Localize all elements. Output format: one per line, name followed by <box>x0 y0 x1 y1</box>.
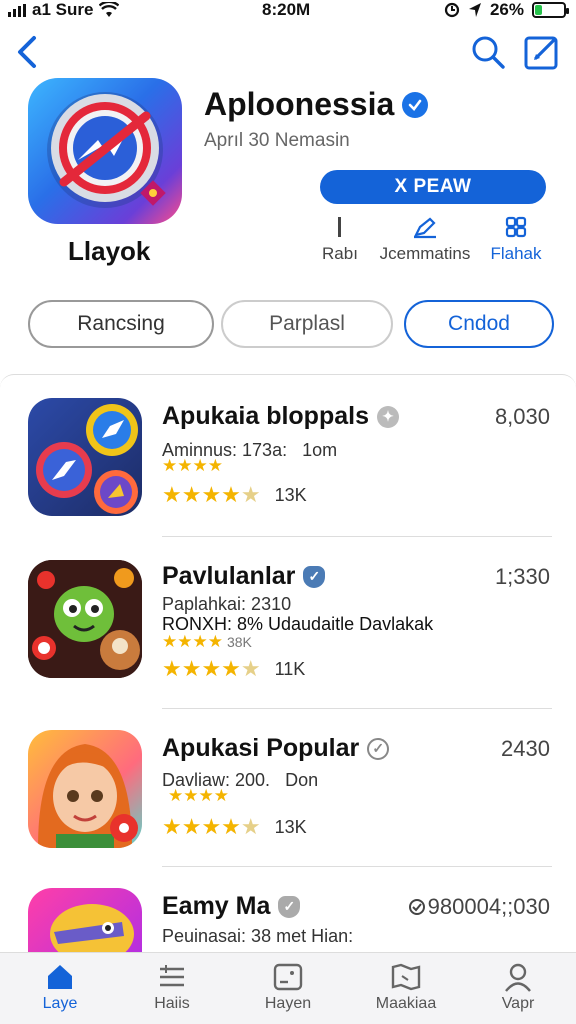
list-item-meta-extra: Don <box>285 770 319 790</box>
list-item-rating: ★★★★★ 13K <box>162 814 307 840</box>
info-icon: ✦ <box>376 405 399 428</box>
list-item-price: 2430 <box>501 736 550 761</box>
list-item-title[interactable]: Pavlulanlar ✓ <box>162 562 326 591</box>
location-icon <box>468 3 481 17</box>
star-rating-icon: ★★★★★ <box>162 656 261 681</box>
app-icon-caption: Llayok <box>68 236 151 266</box>
games-icon <box>238 959 338 995</box>
bird-game-icon <box>50 904 134 952</box>
character-avatar-icon <box>38 744 138 848</box>
status-right: 26% <box>444 0 569 20</box>
tab-label: Laye <box>42 995 78 1012</box>
battery-percent: 26% <box>489 0 524 19</box>
battery-fill <box>535 5 543 15</box>
tab-label: Haiis <box>154 995 190 1012</box>
status-bar: a1 Sure 8:20M 26% <box>0 0 576 22</box>
pencil-icon <box>370 214 480 240</box>
back-chevron-icon[interactable] <box>10 30 46 74</box>
list-item-meta-extra: 1om <box>302 440 338 460</box>
action-share-label: Flahak <box>490 244 542 263</box>
tab-label: Vapr <box>501 995 535 1012</box>
action-comments-label: Jcemmatins <box>379 244 471 263</box>
home-icon <box>10 959 110 995</box>
list-item-price: 8,030 <box>494 404 550 429</box>
signal-icon <box>8 3 26 17</box>
person-icon <box>468 959 568 995</box>
list-item-price: 1;330 <box>494 564 550 589</box>
list-item-price: 980004;;030 <box>427 894 550 919</box>
action-share[interactable]: Flahak <box>466 214 566 264</box>
wifi-icon <box>99 2 120 17</box>
alarm-icon <box>444 2 460 18</box>
get-button[interactable]: X PEAW <box>320 170 546 204</box>
list-item-title[interactable]: Apukasi Popular ✓ <box>162 734 390 763</box>
rating-count: 11K <box>274 658 306 679</box>
divider <box>162 708 552 709</box>
check-circle-icon <box>408 899 425 915</box>
app-subtitle: Aprıl 30 Nemasin <box>204 130 350 151</box>
search-icon[interactable] <box>468 32 508 72</box>
star-rating-icon: ★★★★★ <box>162 814 261 839</box>
list-item-icon[interactable] <box>28 398 142 516</box>
divider <box>162 866 552 867</box>
carrier-label: a1 Sure <box>32 0 94 19</box>
app-icon <box>28 78 182 224</box>
small-stars-icon: ★★★★ <box>168 786 229 805</box>
list-item-price-row: 980004;;030 <box>408 894 550 920</box>
list-item-icon[interactable] <box>28 730 142 848</box>
small-stars-row: ★★★★ 38K <box>162 632 252 652</box>
list-item-title-text: Apukaia bloppals <box>162 402 369 430</box>
tab-arcade[interactable]: Maakiaa <box>356 959 456 1013</box>
compose-icon[interactable] <box>522 32 562 72</box>
small-stars-icon: ★★★★ <box>162 456 223 475</box>
app-title-text: Aploonessia <box>204 86 395 122</box>
clock: 8:20M <box>262 0 311 19</box>
list-item-meta: Peuinasai: 38 met Hian: <box>162 926 354 946</box>
list-item-title[interactable]: Eamy Ma ✓ <box>162 892 301 921</box>
check-circle-icon: ✓ <box>367 737 390 760</box>
list-item-icon[interactable] <box>28 888 142 952</box>
shield-icon: ✓ <box>278 895 301 918</box>
list-item-icon[interactable] <box>28 560 142 678</box>
star-rating-icon: ★★★★★ <box>162 482 261 507</box>
tab-label: Maakiaa <box>375 995 437 1012</box>
tab-label: Hayen <box>264 995 312 1012</box>
map-icon <box>356 959 456 995</box>
list-item-meta: Paplahkai: 2310 <box>162 594 292 614</box>
app-logo-art <box>47 92 166 208</box>
list-item-title-text: Pavlulanlar <box>162 562 296 590</box>
list-item-title-text: Eamy Ma <box>162 892 271 920</box>
tab-bar: Laye Haiis Hayen Maakiaa Vapr <box>0 952 576 1024</box>
list-icon <box>122 959 222 995</box>
verified-icon <box>402 91 429 118</box>
battery-icon <box>532 2 569 18</box>
list-item-title-text: Apukasi Popular <box>162 734 360 762</box>
rating-count: 13K <box>274 816 307 837</box>
tab-today[interactable]: Laye <box>10 959 110 1013</box>
tab-profile[interactable]: Vapr <box>468 959 568 1013</box>
small-stars-count: 38K <box>226 634 252 650</box>
pill-popular[interactable]: Parplasl <box>221 300 393 348</box>
divider <box>162 536 552 537</box>
rating-count: 13K <box>274 484 307 505</box>
small-stars-icon: ★★★★ <box>162 632 223 651</box>
list-item-rating: ★★★★★ 13K <box>162 482 307 508</box>
monster-game-icon <box>28 560 142 678</box>
list-item-title[interactable]: Apukaia bloppals ✦ <box>162 402 399 431</box>
action-comments[interactable]: Jcemmatins <box>370 214 480 264</box>
status-left: a1 Sure <box>8 0 120 20</box>
tab-list[interactable]: Haiis <box>122 959 222 1013</box>
app-title: Aploonessia <box>204 86 429 123</box>
pill-ranking[interactable]: Rancsing <box>28 300 214 348</box>
grid-icon <box>466 214 566 240</box>
pill-trending[interactable]: Cndod <box>404 300 554 348</box>
list-item-rating: ★★★★★ 11K <box>162 656 305 682</box>
compass-icon <box>36 404 138 514</box>
tab-games[interactable]: Hayen <box>238 959 338 1013</box>
shield-icon: ✓ <box>303 565 326 588</box>
